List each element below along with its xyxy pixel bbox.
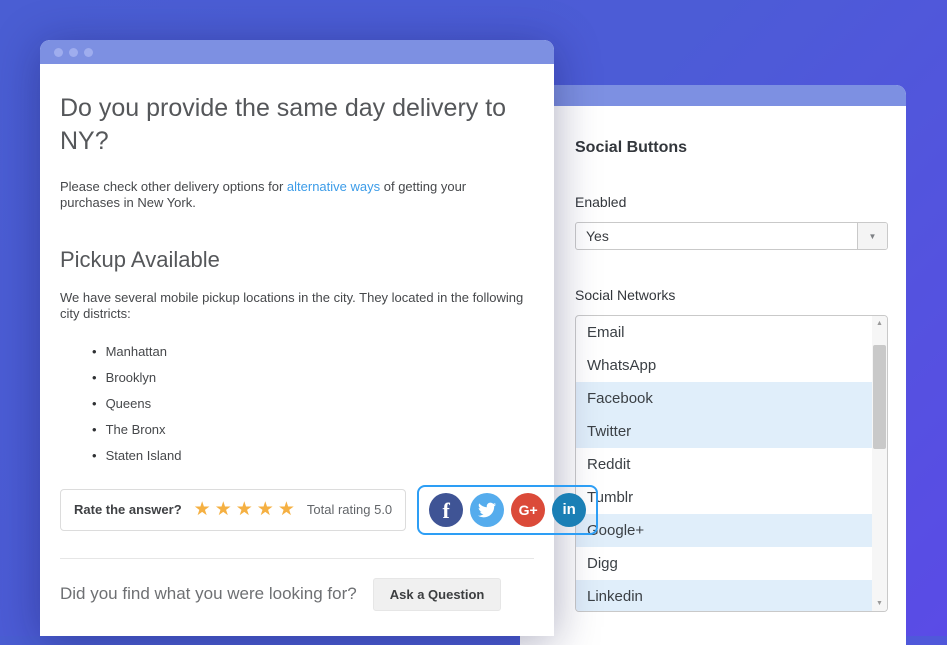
list-item: • Staten Island — [60, 443, 534, 469]
list-item[interactable]: Digg — [576, 547, 872, 580]
star-rating: ★ ★ ★ ★ ★ — [194, 500, 295, 519]
district-label: Staten Island — [105, 448, 182, 463]
list-item: • Queens — [60, 391, 534, 417]
google-plus-icon: G+ — [518, 501, 538, 518]
footer-question: Did you find what you were looking for? — [60, 584, 357, 603]
scrollbar-thumb[interactable] — [873, 345, 886, 449]
share-buttons-box: f G+ in — [417, 484, 599, 535]
scroll-down-icon[interactable]: ▼ — [872, 596, 887, 611]
footer-row: Did you find what you were looking for? … — [60, 577, 534, 611]
star-icon[interactable]: ★ — [215, 500, 232, 519]
social-networks-label: Social Networks — [575, 287, 676, 303]
window-dot-icon — [54, 47, 63, 57]
pickup-body: We have several mobile pickup locations … — [60, 290, 524, 322]
social-networks-listbox: Email WhatsApp Facebook Twitter Reddit T… — [575, 315, 888, 612]
pickup-heading: Pickup Available — [60, 247, 220, 272]
faq-card: Do you provide the same day delivery to … — [40, 40, 599, 636]
twitter-share-button[interactable] — [470, 492, 505, 527]
chevron-down-icon: ▼ — [868, 231, 877, 241]
star-icon[interactable]: ★ — [278, 500, 295, 519]
divider — [60, 557, 534, 559]
scroll-up-icon[interactable]: ▲ — [872, 316, 887, 331]
facebook-icon: f — [442, 497, 450, 523]
settings-panel-titlebar — [520, 85, 906, 106]
star-icon[interactable]: ★ — [194, 500, 211, 519]
enabled-label: Enabled — [575, 194, 627, 210]
google-plus-share-button[interactable]: G+ — [511, 492, 546, 527]
list-item[interactable]: Reddit — [576, 448, 872, 481]
list-item: • Manhattan — [60, 339, 534, 365]
settings-panel: Social Buttons Enabled Yes ▼ Social Netw… — [520, 85, 906, 645]
faq-card-content: Do you provide the same day delivery to … — [40, 92, 599, 611]
linkedin-share-button[interactable]: in — [552, 492, 587, 527]
list-item[interactable]: Linkedin — [576, 580, 872, 611]
rate-label: Rate the answer? — [74, 502, 182, 517]
ask-a-question-button[interactable]: Ask a Question — [372, 577, 502, 611]
district-label: Queens — [105, 396, 152, 411]
list-item: • The Bronx — [60, 417, 534, 443]
list-item[interactable]: Twitter — [576, 415, 872, 448]
bullet-icon: • — [92, 344, 97, 359]
intro-text-before: Please check other delivery options for — [60, 178, 287, 194]
settings-panel-body: Social Buttons Enabled Yes ▼ Social Netw… — [520, 139, 906, 612]
district-label: Manhattan — [105, 344, 167, 359]
faq-card-titlebar — [40, 40, 554, 64]
listbox-scrollbar[interactable]: ▲ ▼ — [872, 316, 887, 611]
district-list: • Manhattan • Brooklyn • Queens • The Br… — [60, 339, 534, 469]
rate-answer-box: Rate the answer? ★ ★ ★ ★ ★ Total rating … — [60, 488, 407, 531]
district-label: The Bronx — [105, 422, 166, 437]
list-item[interactable]: Tumblr — [576, 481, 872, 514]
list-item: • Brooklyn — [60, 365, 534, 391]
window-dot-icon — [69, 47, 78, 57]
enabled-select-button[interactable]: ▼ — [857, 223, 887, 249]
district-label: Brooklyn — [105, 370, 157, 385]
list-item[interactable]: Email — [576, 316, 872, 349]
bullet-icon: • — [92, 396, 97, 411]
list-item[interactable]: Facebook — [576, 382, 872, 415]
window-dot-icon — [84, 47, 93, 57]
faq-intro: Please check other delivery options for … — [60, 179, 522, 212]
list-item[interactable]: WhatsApp — [576, 349, 872, 382]
facebook-share-button[interactable]: f — [429, 492, 464, 527]
star-icon[interactable]: ★ — [257, 500, 274, 519]
enabled-select[interactable]: Yes ▼ — [575, 222, 888, 250]
bullet-icon: • — [92, 422, 97, 437]
settings-panel-title: Social Buttons — [575, 139, 688, 156]
rating-row: Rate the answer? ★ ★ ★ ★ ★ Total rating … — [60, 484, 599, 535]
alternative-ways-link[interactable]: alternative ways — [287, 179, 380, 194]
total-rating-label: Total rating 5.0 — [306, 502, 393, 517]
star-icon[interactable]: ★ — [236, 500, 253, 519]
twitter-icon — [478, 502, 497, 517]
enabled-select-value: Yes — [586, 228, 609, 244]
list-item[interactable]: Google+ — [576, 514, 872, 547]
linkedin-icon: in — [562, 501, 576, 518]
faq-title: Do you provide the same day delivery to … — [60, 94, 507, 156]
bullet-icon: • — [92, 448, 97, 463]
bullet-icon: • — [92, 370, 97, 385]
